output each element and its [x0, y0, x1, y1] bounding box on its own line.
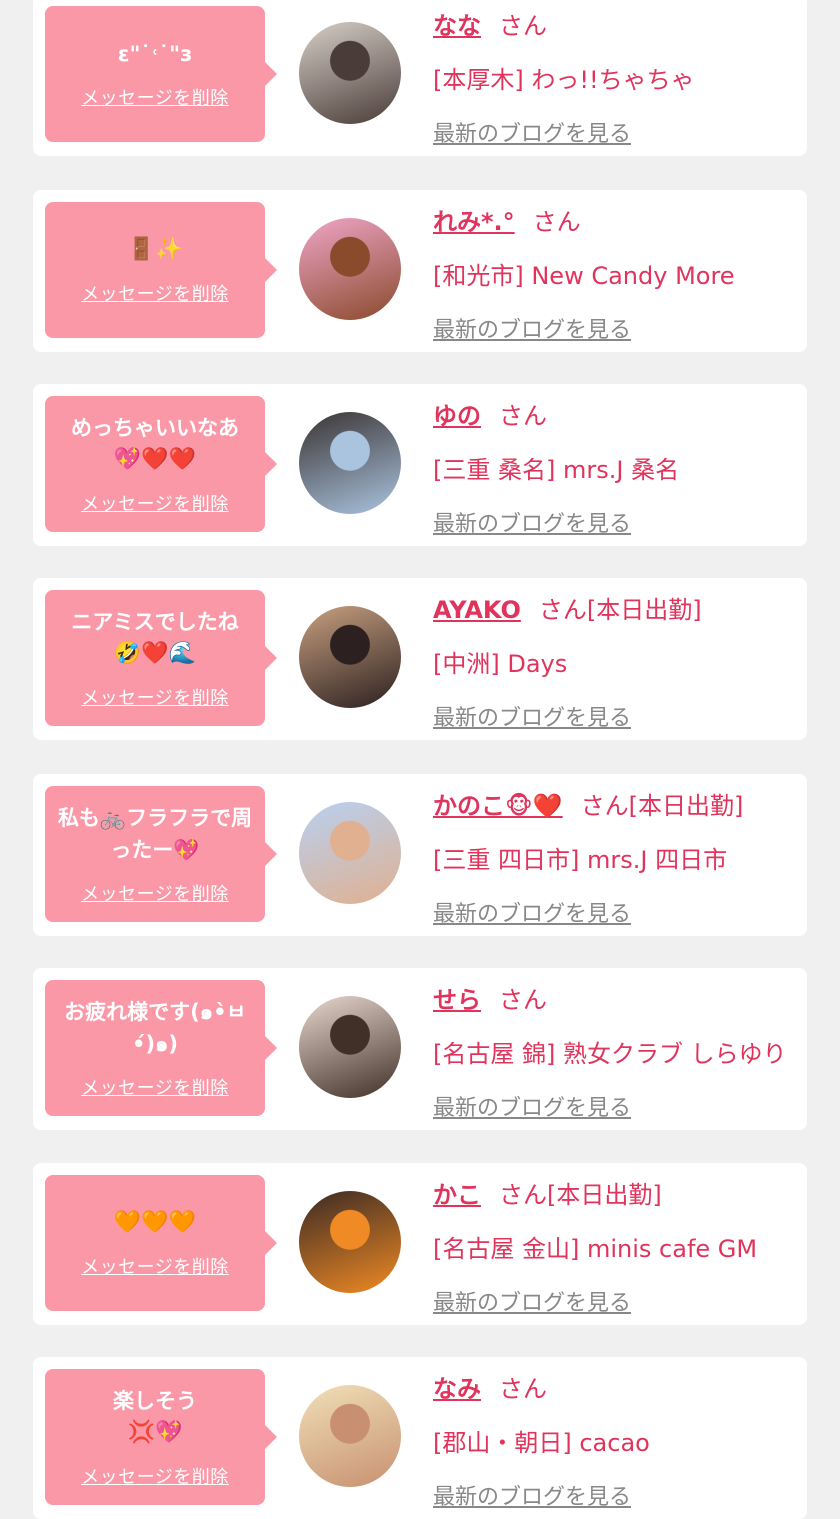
delete-message-link[interactable]: メッセージを削除: [81, 1463, 229, 1489]
shop-info: [和光市] New Candy More: [433, 262, 735, 290]
avatar[interactable]: [299, 412, 401, 514]
message-card: めっちゃいいなあ 💖❤️❤️ メッセージを削除 ゆの さん [三重 桑名] mrs.J 桑…: [33, 384, 807, 546]
message-list: ε"˙˓˙"з メッセージを削除 なな さん [本厚木] わっ!!ちゃちゃ 最新のブログを…: [0, 0, 840, 1519]
name-line: ゆの さん: [433, 396, 547, 431]
delete-message-link[interactable]: メッセージを削除: [81, 684, 229, 710]
avatar[interactable]: [299, 1191, 401, 1293]
shop-info: [郡山・朝日] cacao: [433, 1429, 650, 1457]
name-line: なな さん: [433, 6, 547, 41]
shop-info: [中洲] Days: [433, 650, 568, 678]
message-text: めっちゃいいなあ: [71, 416, 239, 440]
profile-name-link[interactable]: なみ: [433, 1375, 481, 1403]
message-emoji: 🤣❤️🌊: [113, 641, 197, 666]
message-card: ε"˙˓˙"з メッセージを削除 なな さん [本厚木] わっ!!ちゃちゃ最新のブログを…: [33, 0, 807, 156]
profile-name-link[interactable]: かのこ🐵❤️: [433, 792, 563, 820]
delete-message-link[interactable]: メッセージを削除: [81, 880, 229, 906]
message-text: お疲れ様です(๑•̀ㅂ•́)๑): [64, 1000, 246, 1056]
honorific-suffix: さん[本日出勤]: [580, 792, 744, 820]
honorific-suffix: さん: [499, 402, 547, 430]
latest-blog-link[interactable]: 最新のブログを見る: [433, 1285, 631, 1317]
delete-message-link[interactable]: メッセージを削除: [81, 280, 229, 306]
shop-info: [三重 四日市] mrs.J 四日市: [433, 846, 728, 874]
name-line: れみ*.° さん: [433, 202, 581, 237]
message-bubble: ニアミスでしたね 🤣❤️🌊 メッセージを削除: [45, 590, 277, 726]
shop-info: [三重 桑名] mrs.J 桑名: [433, 456, 680, 484]
name-line: せら さん: [433, 980, 547, 1015]
delete-message-link[interactable]: メッセージを削除: [81, 490, 229, 516]
delete-message-link[interactable]: メッセージを削除: [81, 1074, 229, 1100]
latest-blog-link[interactable]: 最新のブログを見る: [433, 896, 631, 928]
message-card: ニアミスでしたね 🤣❤️🌊 メッセージを削除 AYAKO さん[本日出勤] [中洲] Da…: [33, 578, 807, 740]
message-card: 🧡🧡🧡 メッセージを削除 かこ さん[本日出勤] [名古屋 金山] minis cafe…: [33, 1163, 807, 1325]
message-bubble: 楽しそう 💢💖 メッセージを削除: [45, 1369, 277, 1505]
honorific-suffix: さん[本日出勤]: [538, 596, 702, 624]
avatar[interactable]: [299, 606, 401, 708]
profile-name-link[interactable]: れみ*.°: [433, 208, 515, 236]
message-text: ε"˙˓˙"з: [117, 42, 193, 66]
profile-name-link[interactable]: AYAKO: [433, 596, 521, 624]
message-bubble: お疲れ様です(๑•̀ㅂ•́)๑) メッセージを削除: [45, 980, 277, 1116]
message-bubble: 私も🚲フラフラで周ったー💖 メッセージを削除: [45, 786, 277, 922]
avatar[interactable]: [299, 996, 401, 1098]
avatar[interactable]: [299, 802, 401, 904]
profile-name-link[interactable]: ゆの: [433, 402, 481, 430]
latest-blog-link[interactable]: 最新のブログを見る: [433, 1090, 631, 1122]
message-card: 楽しそう 💢💖 メッセージを削除 なみ さん [郡山・朝日] cacao 最新のブログを見る: [33, 1357, 807, 1519]
message-bubble: めっちゃいいなあ 💖❤️❤️ メッセージを削除: [45, 396, 277, 532]
shop-info: [本厚木] わっ!!ちゃちゃ: [433, 66, 695, 94]
name-line: かのこ🐵❤️ さん[本日出勤]: [433, 786, 743, 821]
shop-info: [名古屋 金山] minis cafe GM: [433, 1235, 758, 1263]
message-card: 私も🚲フラフラで周ったー💖 メッセージを削除 かのこ🐵❤️ さん[本日出勤] [三重 四…: [33, 774, 807, 936]
avatar[interactable]: [299, 218, 401, 320]
name-line: AYAKO さん[本日出勤]: [433, 590, 702, 625]
profile-name-link[interactable]: かこ: [433, 1181, 481, 1209]
latest-blog-link[interactable]: 最新のブログを見る: [433, 312, 631, 344]
honorific-suffix: さん: [532, 208, 581, 236]
delete-message-link[interactable]: メッセージを削除: [81, 1253, 229, 1279]
honorific-suffix: さん: [499, 12, 547, 40]
name-line: かこ さん[本日出勤]: [433, 1175, 662, 1210]
honorific-suffix: さん[本日出勤]: [499, 1181, 662, 1209]
message-emoji: 🧡🧡🧡: [113, 1210, 197, 1235]
avatar[interactable]: [299, 22, 401, 124]
avatar[interactable]: [299, 1385, 401, 1487]
latest-blog-link[interactable]: 最新のブログを見る: [433, 700, 631, 732]
latest-blog-link[interactable]: 最新のブログを見る: [433, 1479, 631, 1511]
message-bubble: 🧡🧡🧡 メッセージを削除: [45, 1175, 277, 1311]
delete-message-link[interactable]: メッセージを削除: [81, 84, 229, 110]
shop-info: [名古屋 錦] 熟女クラブ しらゆり: [433, 1040, 787, 1068]
profile-name-link[interactable]: せら: [433, 986, 481, 1014]
name-line: なみ さん: [433, 1369, 547, 1404]
message-bubble: ε"˙˓˙"з メッセージを削除: [45, 6, 277, 142]
message-emoji: 🚪✨: [127, 237, 183, 262]
message-text: ニアミスでしたね: [71, 610, 239, 634]
profile-name-link[interactable]: なな: [433, 12, 481, 40]
latest-blog-link[interactable]: 最新のブログを見る: [433, 506, 631, 538]
message-text: 私も🚲フラフラで周ったー💖: [57, 806, 253, 862]
message-card: お疲れ様です(๑•̀ㅂ•́)๑) メッセージを削除 せら さん [名古屋 錦] 熟女クラ…: [33, 968, 807, 1130]
message-emoji: 💖❤️❤️: [113, 447, 197, 472]
message-emoji: 💢💖: [127, 1420, 183, 1445]
message-bubble: 🚪✨ メッセージを削除: [45, 202, 277, 338]
honorific-suffix: さん: [499, 1375, 547, 1403]
latest-blog-link[interactable]: 最新のブログを見る: [433, 116, 631, 148]
honorific-suffix: さん: [499, 986, 547, 1014]
message-text: 楽しそう: [113, 1389, 197, 1413]
message-card: 🚪✨ メッセージを削除 れみ*.° さん [和光市] New Candy More 最新の…: [33, 190, 807, 352]
